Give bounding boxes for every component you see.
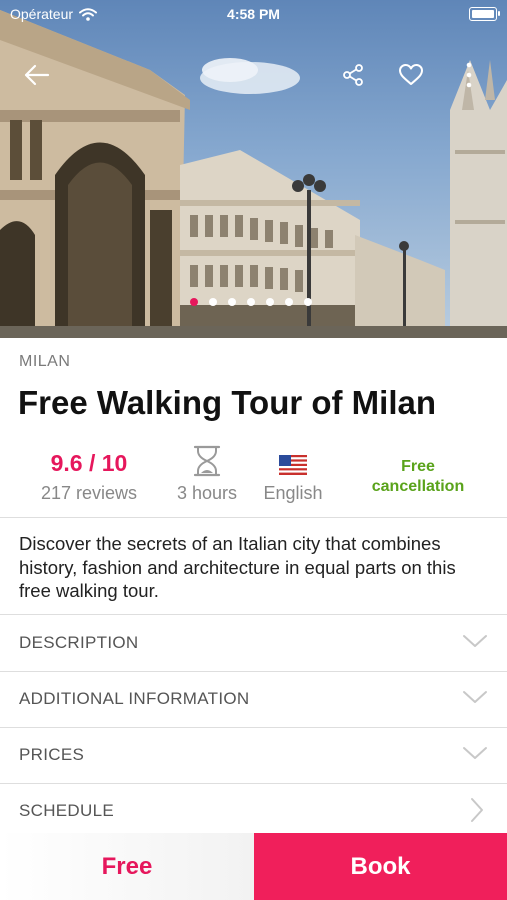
status-bar: Opérateur 4:58 PM xyxy=(0,0,507,28)
section-additional-information[interactable]: ADDITIONAL INFORMATION xyxy=(0,671,507,727)
reviews-count[interactable]: 217 reviews xyxy=(0,483,178,504)
section-label: SCHEDULE xyxy=(19,801,114,820)
section-description[interactable]: DESCRIPTION xyxy=(0,615,507,671)
more-options-button[interactable] xyxy=(452,58,486,92)
heart-icon xyxy=(399,64,423,85)
cancellation-line1: Free xyxy=(401,458,435,475)
section-prices[interactable]: PRICES xyxy=(0,727,507,783)
battery-icon xyxy=(469,7,500,21)
milan-galleria-photo xyxy=(0,10,507,338)
pager-dot[interactable] xyxy=(247,298,255,306)
share-button[interactable] xyxy=(336,58,370,92)
pager-dot[interactable] xyxy=(266,298,274,306)
chevron-down-icon xyxy=(463,635,487,647)
section-label: PRICES xyxy=(19,745,85,764)
section-label: ADDITIONAL INFORMATION xyxy=(19,689,250,708)
cancellation-line2: cancellation xyxy=(371,478,465,495)
pager-dot[interactable] xyxy=(209,298,217,306)
chevron-down-icon xyxy=(463,691,487,703)
divider xyxy=(0,517,507,518)
duration-label: 3 hours xyxy=(176,483,238,503)
back-arrow-icon xyxy=(24,64,50,86)
section-schedule[interactable]: SCHEDULE xyxy=(0,783,507,839)
price-label: Free xyxy=(0,833,254,900)
pager-dot[interactable] xyxy=(228,298,236,306)
photo-pager[interactable] xyxy=(190,298,312,306)
tour-stats: 9.6 / 10 217 reviews 3 hours English Fre… xyxy=(0,445,507,515)
rating-value: 9.6 / 10 xyxy=(50,450,128,476)
pager-dot[interactable] xyxy=(285,298,293,306)
hero-photo[interactable]: Opérateur 4:58 PM xyxy=(0,0,507,338)
pager-dot[interactable] xyxy=(304,298,312,306)
hourglass-icon xyxy=(193,445,221,477)
chevron-down-icon xyxy=(463,747,487,759)
city-label: MILAN xyxy=(19,353,71,370)
chevron-right-icon xyxy=(471,798,483,822)
favorite-button[interactable] xyxy=(394,58,428,92)
back-button[interactable] xyxy=(20,58,54,92)
share-icon xyxy=(343,64,363,86)
clock: 4:58 PM xyxy=(227,6,280,22)
book-button[interactable]: Book xyxy=(254,833,507,900)
language-label: English xyxy=(263,483,323,503)
us-flag-icon xyxy=(279,455,307,475)
booking-bar: Free Book xyxy=(0,833,507,900)
pager-dot[interactable] xyxy=(190,298,198,306)
section-label: DESCRIPTION xyxy=(19,633,139,652)
tour-summary: Discover the secrets of an Italian city … xyxy=(19,533,456,601)
tour-title: Free Walking Tour of Milan xyxy=(18,384,437,421)
free-cancellation-badge: Free cancellation xyxy=(355,457,481,497)
more-vertical-icon xyxy=(466,62,472,88)
